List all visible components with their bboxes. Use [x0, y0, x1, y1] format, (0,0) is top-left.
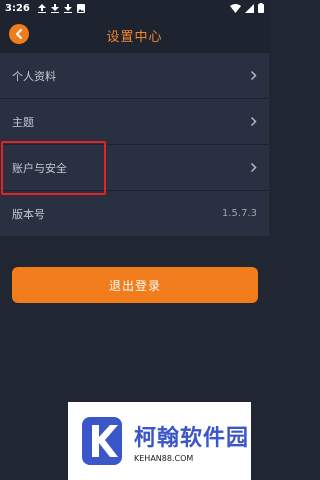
chevron-right-icon	[250, 162, 257, 173]
menu-item-version: 版本号 1.5.7.3	[0, 191, 269, 236]
battery-icon	[258, 3, 264, 13]
download-icon	[50, 3, 59, 13]
status-bar: 3:26	[0, 0, 269, 16]
chevron-left-icon	[16, 29, 22, 39]
back-button[interactable]	[9, 24, 29, 44]
chevron-right-icon	[250, 116, 257, 127]
watermark-logo-icon	[82, 417, 122, 465]
chevron-right-icon	[250, 70, 257, 81]
version-value: 1.5.7.3	[222, 208, 257, 219]
download-icon	[63, 3, 72, 13]
watermark-text: 柯翰软件园 KEHAN88.COM	[134, 420, 249, 463]
watermark-subtitle: KEHAN88.COM	[134, 453, 194, 463]
status-time: 3:26	[5, 2, 30, 14]
menu-item-label: 版本号	[12, 207, 45, 221]
upload-icon	[37, 3, 46, 13]
page-title: 设置中心	[106, 29, 163, 45]
header: 设置中心	[0, 16, 269, 54]
logout-button[interactable]: 退出登录	[12, 267, 258, 303]
menu-item-label: 个人资料	[12, 69, 56, 83]
menu-item-theme[interactable]: 主题	[0, 99, 269, 144]
menu-item-profile[interactable]: 个人资料	[0, 53, 269, 98]
watermark: 柯翰软件园 KEHAN88.COM	[68, 402, 251, 480]
image-icon	[76, 3, 85, 13]
wifi-icon	[230, 3, 241, 13]
signal-icon	[245, 3, 254, 13]
notification-icons	[37, 3, 85, 13]
system-icons	[230, 3, 264, 13]
menu-item-label: 主题	[12, 115, 34, 129]
watermark-title: 柯翰软件园	[134, 425, 250, 451]
highlight-annotation	[1, 141, 106, 195]
